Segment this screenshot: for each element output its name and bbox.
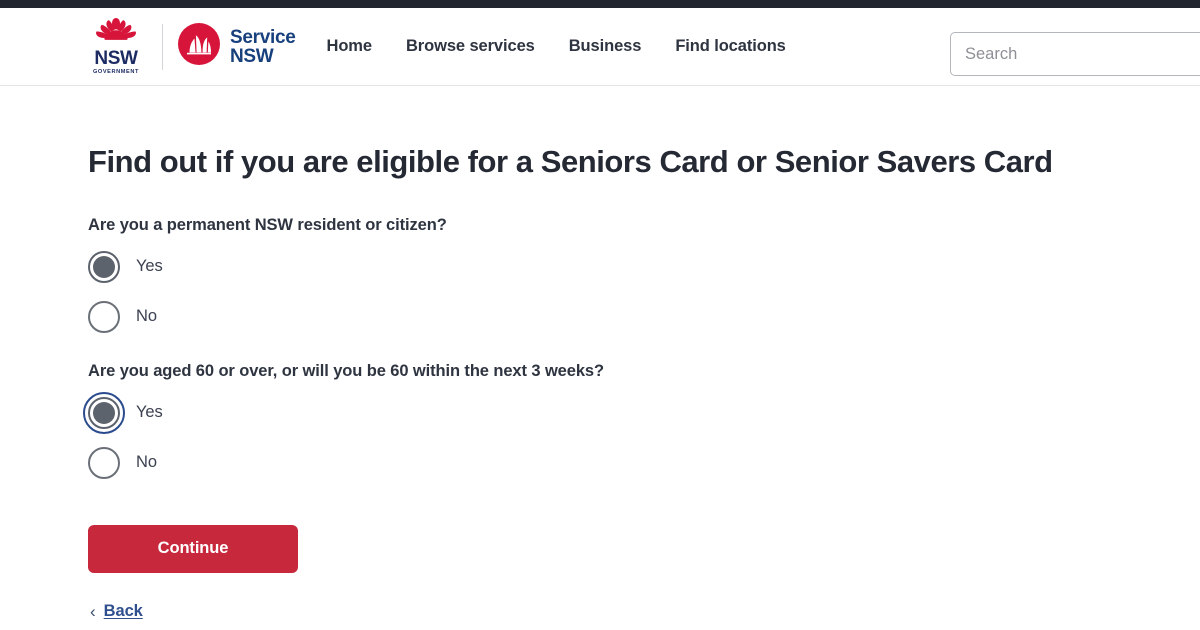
radio-option-residency-yes[interactable]: Yes <box>88 250 348 283</box>
service-nsw-wordmark: Service NSW <box>230 28 296 66</box>
nsw-gov-logo-line2: GOVERNMENT <box>92 69 140 76</box>
nav-link-browse-services[interactable]: Browse services <box>406 37 535 56</box>
logo-block: NSW GOVERNMENT Service NSW <box>86 17 296 76</box>
nav-link-home[interactable]: Home <box>327 37 373 56</box>
search-container <box>950 32 1200 76</box>
radio-dot <box>93 255 115 278</box>
radio-ring <box>88 396 120 429</box>
question-group-residency: Are you a permanent NSW resident or citi… <box>88 216 1200 333</box>
page-title: Find out if you are eligible for a Senio… <box>88 144 1053 179</box>
main-navigation: Home Browse services Business Find locat… <box>327 37 786 56</box>
question-label-age: Are you aged 60 or over, or will you be … <box>88 361 604 380</box>
radio-option-residency-no[interactable]: No <box>88 300 348 333</box>
back-link[interactable]: Back <box>104 602 143 621</box>
logo-divider <box>162 23 163 70</box>
radio-label-age-no[interactable]: No <box>136 453 157 472</box>
service-nsw-line1: Service <box>230 26 296 48</box>
back-link-row[interactable]: ‹ Back <box>90 602 200 621</box>
radio-ring <box>88 300 120 333</box>
nsw-gov-logo-line1: NSW <box>94 48 138 70</box>
nsw-government-logo[interactable]: NSW GOVERNMENT <box>86 17 146 76</box>
waratah-icon <box>92 17 140 48</box>
question-group-age: Are you aged 60 or over, or will you be … <box>83 361 1200 479</box>
radio-ring <box>88 446 120 479</box>
opera-house-icon <box>177 22 221 71</box>
site-header: NSW GOVERNMENT Service NSW Home Browse s… <box>0 8 1200 86</box>
nav-link-business[interactable]: Business <box>569 37 642 56</box>
nav-link-find-locations[interactable]: Find locations <box>675 37 786 56</box>
radio-option-age-yes[interactable]: Yes <box>83 391 348 434</box>
radio-button-age-no[interactable] <box>88 446 120 479</box>
continue-button[interactable]: Continue <box>88 524 298 573</box>
radio-button-age-yes[interactable] <box>83 391 125 434</box>
radio-dot <box>93 401 115 424</box>
radio-option-age-no[interactable]: No <box>88 446 348 479</box>
radio-label-residency-no[interactable]: No <box>136 307 157 326</box>
top-accent-bar <box>0 0 1200 8</box>
chevron-left-icon: ‹ <box>90 601 96 621</box>
service-nsw-line2: NSW <box>230 45 274 67</box>
search-input[interactable] <box>950 32 1200 76</box>
main-content: Find out if you are eligible for a Senio… <box>0 86 1200 621</box>
service-nsw-logo[interactable]: Service NSW <box>177 22 296 71</box>
question-label-residency: Are you a permanent NSW resident or citi… <box>88 215 447 234</box>
radio-label-age-yes[interactable]: Yes <box>136 403 163 422</box>
radio-label-residency-yes[interactable]: Yes <box>136 257 163 276</box>
radio-button-residency-yes[interactable] <box>88 250 120 283</box>
radio-button-residency-no[interactable] <box>88 300 120 333</box>
